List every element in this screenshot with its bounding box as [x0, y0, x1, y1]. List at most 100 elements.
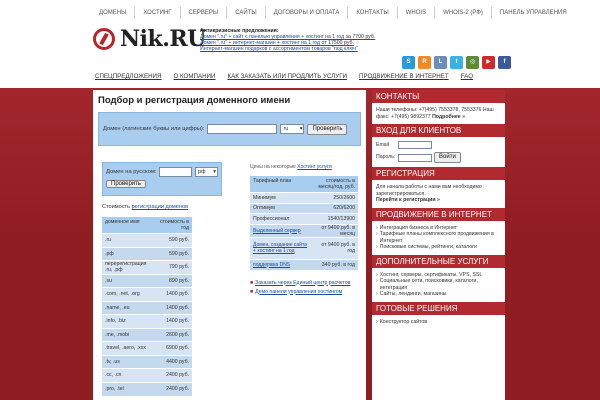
- login-button[interactable]: Войти: [434, 152, 461, 163]
- latin-domain-label: Домен (латинские буквы или цифры):: [103, 126, 205, 132]
- ready-solutions-list: › Конструктор сайтов: [372, 315, 505, 330]
- column-header: стоимость в месяц/год, руб.: [311, 176, 358, 193]
- sidebar-item-label: Тарифные планы комплексного продвижения …: [379, 231, 494, 244]
- table-row: перерегистрация .ru, .рф 790 руб.: [102, 260, 192, 274]
- hosting-plan: поддержка DNS: [250, 258, 312, 270]
- sidebar-item[interactable]: › Тарифные планы комплексного продвижения…: [376, 231, 501, 244]
- domain-zone: .su: [102, 273, 157, 288]
- domain-price: 1400 руб.: [156, 314, 192, 328]
- promo-item[interactable]: Интернет-магазин подарков с ассортименто…: [200, 46, 380, 52]
- hosting-price: 620/6200: [311, 202, 358, 214]
- rss-icon[interactable]: R: [418, 56, 431, 69]
- livejournal-icon[interactable]: L: [434, 56, 447, 69]
- logo[interactable]: Nik.RU: [120, 26, 206, 52]
- domain-zone: перерегистрация .ru, .рф: [102, 260, 157, 274]
- contacts-more-link[interactable]: Подробнее »: [432, 114, 465, 120]
- domain-zone: .me, .mobi: [102, 327, 157, 342]
- russian-domain-input[interactable]: [159, 167, 192, 177]
- sidebar-item[interactable]: › Социальные сети, поисковики, каталоги, …: [376, 278, 501, 291]
- topnav-item[interactable]: WHOIS-2 (РФ): [434, 7, 491, 19]
- hosting-plan: Выделенный сервер: [250, 223, 312, 237]
- table-row: Минимум 250/2600: [250, 192, 358, 203]
- chevron-right-icon: ›: [376, 231, 378, 237]
- topnav-item[interactable]: ДОМЕНЫ: [95, 7, 134, 19]
- sidebar: КОНТАКТЫ Наши телефоны: +7(495) 7553378,…: [372, 90, 505, 400]
- hosting-price: 340 руб. в год: [311, 258, 358, 270]
- domain-price: 4400 руб.: [156, 354, 192, 369]
- hosting-plan-link[interactable]: Домен, создание сайта + хостинг на 1 год: [253, 242, 307, 254]
- registration-cost-link[interactable]: регистрации доменов: [132, 204, 188, 210]
- hosting-plan-link[interactable]: поддержка DNS: [253, 262, 290, 268]
- page-title: Подбор и регистрация доменного имени: [98, 95, 291, 106]
- domain-zone: .com, .net, .org: [102, 287, 157, 301]
- skype-icon[interactable]: S: [402, 56, 415, 69]
- table-row: .tv, .us 4400 руб.: [102, 354, 192, 369]
- table-row: .pro, .tel 2400 руб.: [102, 381, 192, 396]
- domain-zone: .name, .eu: [102, 300, 157, 315]
- domain-price: 590 руб.: [156, 246, 192, 261]
- promotion-heading: ПРОДВИЖЕНИЕ В ИНТЕРНЕТ: [372, 207, 505, 221]
- extra-link-row: ■ Заказать через Единый центр расчетов: [250, 280, 360, 286]
- russian-domain-label: Домен на русском:: [106, 169, 157, 175]
- mainnav-item[interactable]: FAQ: [461, 70, 473, 84]
- table-row: .me, .mobi 2600 руб.: [102, 327, 192, 342]
- check-russian-domain-button[interactable]: Проверить: [106, 180, 147, 188]
- email-field[interactable]: [398, 141, 432, 149]
- domain-search-form: Домен (латинские буквы или цифры): ru Пр…: [98, 112, 361, 146]
- prices-note-prefix: Цены на некоторые: [250, 164, 298, 170]
- chevron-right-icon: ›: [376, 244, 378, 250]
- table-row: .travel, .aero, .xxx 6900 руб.: [102, 341, 192, 355]
- extra-link[interactable]: Заказать через Единый центр расчетов: [255, 280, 350, 286]
- cost-prefix: Стоимость: [102, 204, 132, 210]
- chevron-right-icon: ›: [376, 291, 378, 297]
- extra-links: ■ Заказать через Единый центр расчетов ■ Де…: [250, 280, 360, 295]
- hosting-plan: Профессионал: [250, 213, 312, 224]
- instagram-icon[interactable]: ◎: [466, 56, 479, 69]
- russian-zone-select[interactable]: рф: [194, 167, 218, 177]
- logo-icon[interactable]: [93, 28, 115, 50]
- extra-link[interactable]: Демо панели управления хостингом: [255, 289, 342, 295]
- domain-price: 1400 руб.: [156, 300, 192, 315]
- topnav-item[interactable]: WHOIS: [396, 7, 434, 19]
- chevron-right-icon: ›: [376, 318, 378, 325]
- topnav-item[interactable]: ПАНЕЛЬ УПРАВЛЕНИЯ: [490, 7, 575, 19]
- sidebar-item-label: Социальные сети, поисковики, каталоги, и…: [379, 278, 478, 291]
- top-navigation: ДОМЕНЫ ХОСТИНГ СЕРВЕРЫ САЙТЫ ДОГОВОРЫ И ОПЛА…: [95, 7, 575, 19]
- mainnav-item[interactable]: ПРОДВИЖЕНИЕ В ИНТЕРНЕТ: [359, 70, 449, 84]
- latin-zone-select[interactable]: ru: [280, 124, 305, 134]
- russian-domain-form: Домен на русском: рф Проверить: [102, 162, 222, 196]
- topnav-item[interactable]: САЙТЫ: [226, 7, 265, 19]
- topnav-item[interactable]: ДОГОВОРЫ И ОПЛАТА: [264, 7, 348, 19]
- topnav-item[interactable]: ХОСТИНГ: [134, 7, 179, 19]
- mainnav-item[interactable]: КАК ЗАКАЗАТЬ ИЛИ ПРОДЛИТЬ УСЛУГИ: [227, 70, 347, 84]
- youtube-icon[interactable]: ▶: [482, 56, 495, 69]
- promo-link[interactable]: Интернет-магазин подарков с ассортименто…: [200, 46, 358, 52]
- check-domain-button[interactable]: Проверить: [307, 123, 348, 135]
- hosting-plan-link[interactable]: Выделенный сервер: [253, 228, 301, 234]
- register-link[interactable]: Перейти к регистрации »: [376, 197, 440, 203]
- domain-price: 6900 руб.: [156, 341, 192, 355]
- bullet-icon: ■: [250, 288, 254, 295]
- topnav-item[interactable]: КОНТАКТЫ: [347, 7, 396, 19]
- domain-zone: .tv, .us: [102, 354, 157, 369]
- sidebar-item[interactable]: › Поисковые системы, рейтинги, каталоги: [376, 244, 501, 251]
- hosting-column: Цены на некоторые Хостинг услуги Тарифны…: [250, 164, 360, 298]
- domain-price: 890 руб.: [156, 273, 192, 288]
- hosting-plan-name: Профессионал: [253, 215, 290, 222]
- mainnav-item[interactable]: СПЕЦПРЕДЛОЖЕНИЯ: [95, 70, 161, 84]
- topnav-item[interactable]: СЕРВЕРЫ: [179, 7, 227, 19]
- facebook-icon[interactable]: f: [498, 56, 511, 69]
- password-field[interactable]: [398, 153, 432, 162]
- table-row: .рф 590 руб.: [102, 246, 192, 261]
- latin-domain-input[interactable]: [207, 124, 278, 134]
- sidebar-item[interactable]: › Конструктор сайтов: [376, 319, 501, 326]
- password-label: Пароль:: [376, 154, 396, 161]
- column-header: стоимость в год: [156, 217, 192, 234]
- domain-zone: .travel, .aero, .xxx: [102, 341, 157, 355]
- sidebar-item[interactable]: › Сайты, лендинги, магазины: [376, 291, 501, 298]
- twitter-icon[interactable]: t: [450, 56, 463, 69]
- table-row: .cc, .cn 2400 руб.: [102, 368, 192, 382]
- hosting-services-link[interactable]: Хостинг услуги: [297, 164, 332, 170]
- mainnav-item[interactable]: О КОМПАНИИ: [173, 70, 215, 84]
- domain-price: 2600 руб.: [156, 327, 192, 342]
